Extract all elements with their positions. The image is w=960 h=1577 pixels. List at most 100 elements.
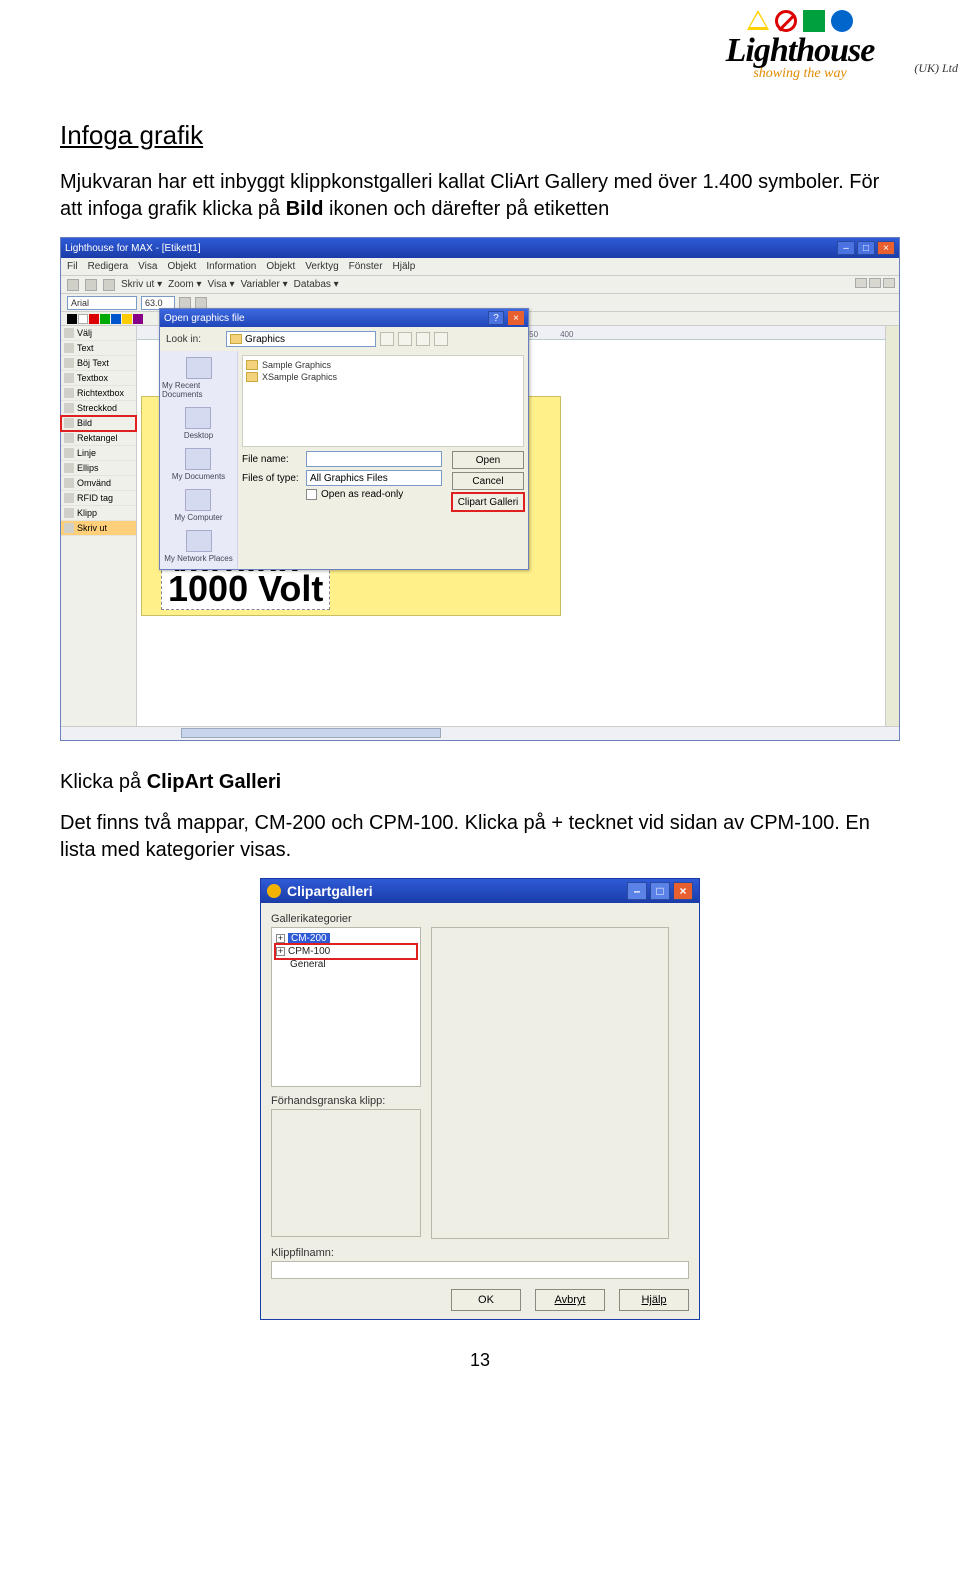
toolbar-split[interactable]: Zoom ▾	[168, 279, 201, 290]
place-my-documents[interactable]: My Documents	[172, 448, 225, 481]
tool-textbox[interactable]: Textbox	[61, 371, 136, 386]
lookin-label: Look in:	[166, 334, 222, 345]
clip-filename-input[interactable]	[271, 1261, 689, 1279]
color-chip[interactable]	[133, 314, 143, 324]
close-button[interactable]: ×	[877, 241, 895, 255]
tool-omvänd[interactable]: Omvänd	[61, 476, 136, 491]
ok-button[interactable]: OK	[451, 1289, 521, 1311]
views-icon[interactable]	[434, 332, 448, 346]
lookin-select[interactable]: Graphics	[226, 331, 376, 347]
filetype-select[interactable]: All Graphics Files	[306, 470, 442, 486]
tool-klipp[interactable]: Klipp	[61, 506, 136, 521]
menu-item[interactable]: Visa	[138, 261, 157, 272]
file-list[interactable]: Sample GraphicsXSample Graphics	[242, 355, 524, 447]
tool-välj[interactable]: Välj	[61, 326, 136, 341]
clipart-title: Clipartgalleri	[287, 883, 373, 899]
cancel-button[interactable]: Cancel	[452, 472, 524, 490]
menu-item[interactable]: Information	[206, 261, 256, 272]
color-chip[interactable]	[78, 314, 88, 324]
tool-streckkod[interactable]: Streckkod	[61, 401, 136, 416]
font-name-select[interactable]: Arial	[67, 296, 137, 310]
minimize-button[interactable]: –	[627, 882, 647, 900]
tool-rektangel[interactable]: Rektangel	[61, 431, 136, 446]
bold-icon[interactable]	[179, 297, 191, 309]
toolbar-1: Skriv ut ▾ Zoom ▾ Visa ▾ Variabler ▾ Dat…	[61, 276, 899, 294]
cancel-button[interactable]: Avbryt	[535, 1289, 605, 1311]
tool-ellips[interactable]: Ellips	[61, 461, 136, 476]
filename-input[interactable]	[306, 451, 442, 467]
tool-icon	[64, 358, 74, 368]
file-item[interactable]: XSample Graphics	[246, 371, 520, 383]
clipart-gallery-button[interactable]: Clipart Galleri	[452, 493, 524, 511]
close-button[interactable]: ×	[673, 882, 693, 900]
mdi-min-icon[interactable]	[855, 278, 867, 288]
up-icon[interactable]	[398, 332, 412, 346]
tree-item-cpm-100[interactable]: +CPM-100	[276, 945, 416, 958]
place-my-recent-documents[interactable]: My Recent Documents	[162, 357, 235, 399]
menu-item[interactable]: Objekt	[266, 261, 295, 272]
para1-c: ikonen och därefter på etiketten	[323, 198, 609, 220]
toolbar-split[interactable]: Variabler ▾	[241, 279, 288, 290]
open-graphics-dialog: Open graphics file ? × Look in: Graphics…	[159, 308, 529, 570]
tool-icon	[64, 493, 74, 503]
mdi-close-icon[interactable]	[883, 278, 895, 288]
toolbar-icon[interactable]	[103, 279, 115, 291]
mdi-max-icon[interactable]	[869, 278, 881, 288]
dialog-close-icon[interactable]: ×	[508, 311, 524, 325]
italic-icon[interactable]	[195, 297, 207, 309]
tree-item-general[interactable]: General	[276, 958, 416, 971]
menu-item[interactable]: Fönster	[349, 261, 383, 272]
menu-item[interactable]: Hjälp	[393, 261, 416, 272]
app-titlebar: Lighthouse for MAX - [Etikett1] – □ ×	[61, 238, 899, 258]
tool-icon	[64, 508, 74, 518]
toolbar-icon[interactable]	[67, 279, 79, 291]
toolbar-split[interactable]: Visa ▾	[208, 279, 235, 290]
open-button[interactable]: Open	[452, 451, 524, 469]
color-chip[interactable]	[67, 314, 77, 324]
place-desktop[interactable]: Desktop	[184, 407, 213, 440]
tree-item-cm-200[interactable]: +CM-200	[276, 932, 416, 945]
file-item[interactable]: Sample Graphics	[246, 359, 520, 371]
expand-icon[interactable]: +	[276, 934, 285, 943]
tool-icon	[64, 373, 74, 383]
maximize-button[interactable]: □	[857, 241, 875, 255]
place-my-computer[interactable]: My Computer	[174, 489, 222, 522]
menu-item[interactable]: Verktyg	[305, 261, 338, 272]
tool-icon	[64, 403, 74, 413]
help-icon[interactable]: ?	[488, 311, 504, 325]
color-chip[interactable]	[100, 314, 110, 324]
expand-icon[interactable]: +	[276, 947, 285, 956]
tool-böj-text[interactable]: Böj Text	[61, 356, 136, 371]
readonly-checkbox[interactable]	[306, 489, 317, 500]
color-chip[interactable]	[111, 314, 121, 324]
tool-text[interactable]: Text	[61, 341, 136, 356]
minimize-button[interactable]: –	[837, 241, 855, 255]
left-toolbox: VäljTextBöj TextTextboxRichtextboxStreck…	[61, 326, 137, 726]
horizontal-scrollbar[interactable]	[61, 726, 899, 740]
section-heading: Infoga grafik	[60, 120, 900, 151]
tool-rfid-tag[interactable]: RFID tag	[61, 491, 136, 506]
toolbar-split[interactable]: Skriv ut ▾	[121, 279, 162, 290]
newfolder-icon[interactable]	[416, 332, 430, 346]
back-icon[interactable]	[380, 332, 394, 346]
help-button[interactable]: Hjälp	[619, 1289, 689, 1311]
gallery-grid[interactable]	[431, 927, 669, 1239]
color-chip[interactable]	[89, 314, 99, 324]
triangle-icon	[747, 10, 769, 30]
maximize-button[interactable]: □	[650, 882, 670, 900]
tool-skriv-ut[interactable]: Skriv ut	[61, 521, 136, 536]
category-tree[interactable]: +CM-200+CPM-100General	[271, 927, 421, 1087]
filetype-label: Files of type:	[242, 473, 302, 484]
menu-item[interactable]: Fil	[67, 261, 78, 272]
place-my-network-places[interactable]: My Network Places	[164, 530, 232, 563]
tool-bild[interactable]: Bild	[61, 416, 136, 431]
color-chip[interactable]	[122, 314, 132, 324]
menu-item[interactable]: Objekt	[167, 261, 196, 272]
toolbar-icon[interactable]	[85, 279, 97, 291]
dialog-titlebar: Open graphics file ? ×	[160, 309, 528, 327]
menu-item[interactable]: Redigera	[88, 261, 129, 272]
menubar: Fil Redigera Visa Objekt Information Obj…	[61, 258, 899, 276]
tool-richtextbox[interactable]: Richtextbox	[61, 386, 136, 401]
toolbar-split[interactable]: Databas ▾	[294, 279, 339, 290]
tool-linje[interactable]: Linje	[61, 446, 136, 461]
